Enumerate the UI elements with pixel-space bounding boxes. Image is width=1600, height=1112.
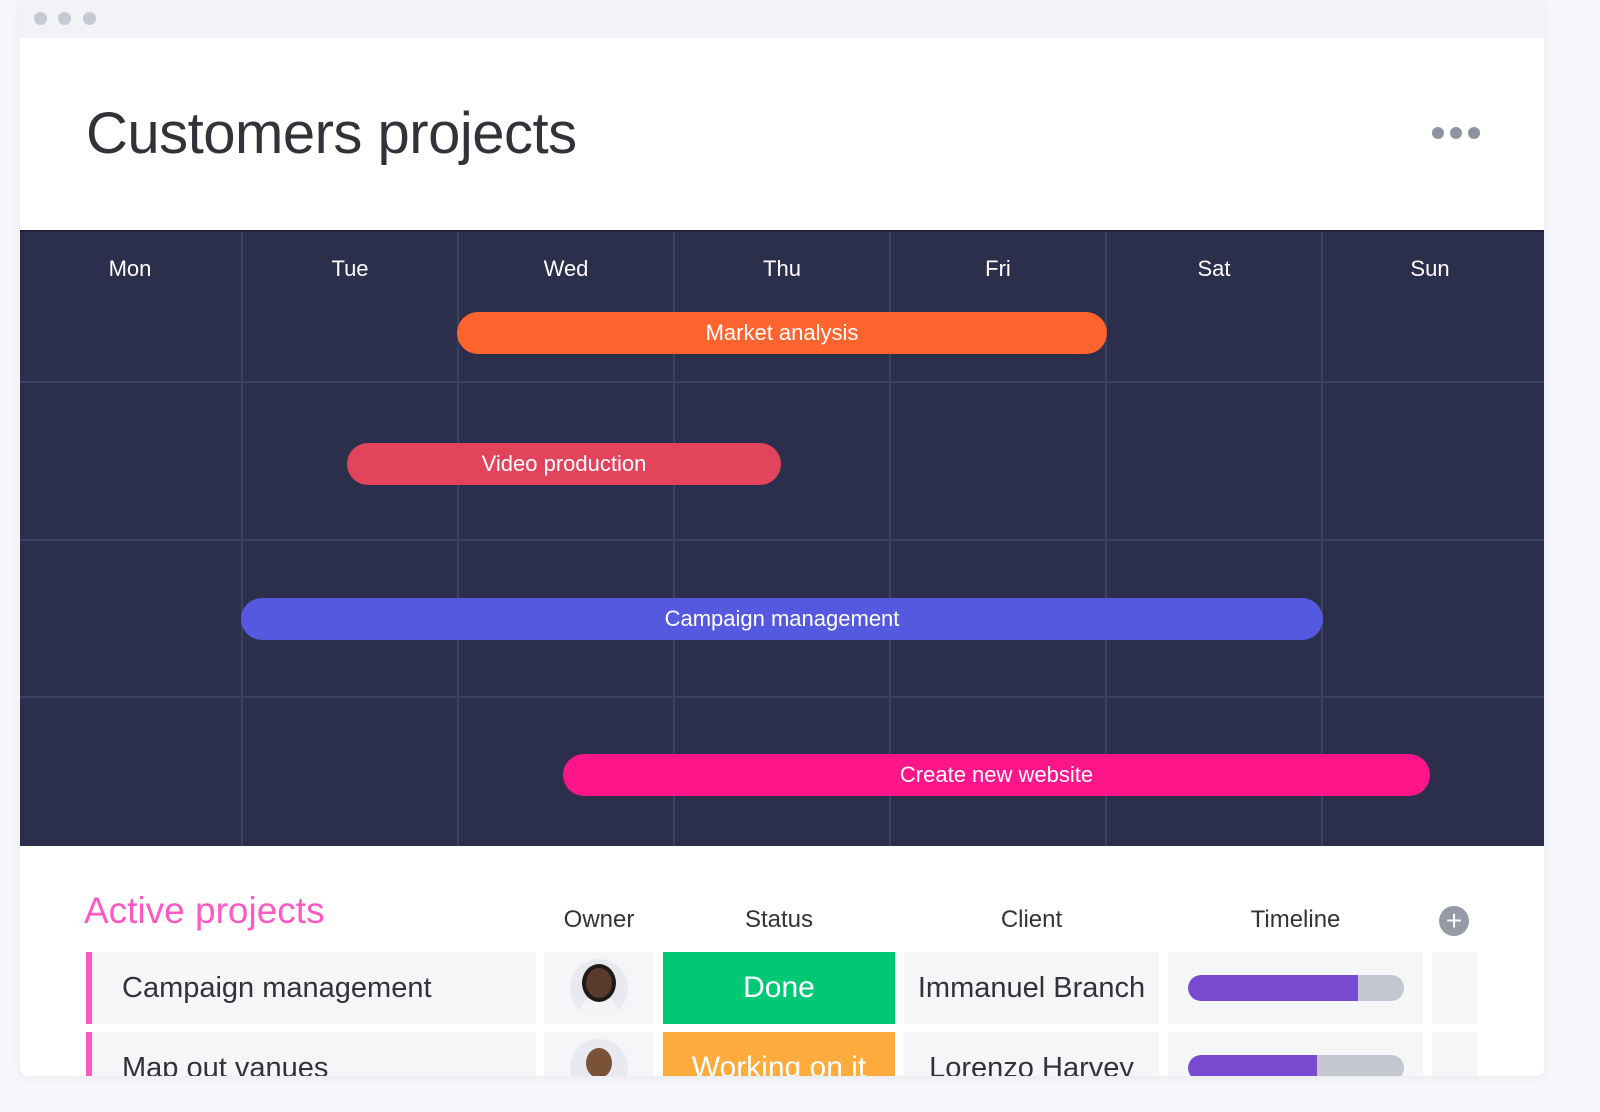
owner-cell[interactable] xyxy=(544,1032,654,1076)
add-column-icon[interactable]: + xyxy=(1439,906,1469,936)
grid-line xyxy=(20,696,1544,698)
column-header-status[interactable]: Status xyxy=(663,906,895,934)
grid-line xyxy=(20,539,1544,541)
avatar xyxy=(570,1039,628,1076)
gantt-bar-campaign-management[interactable]: Campaign management xyxy=(241,598,1323,640)
day-label-wed: Wed xyxy=(543,256,589,281)
gantt-bar-market-analysis[interactable]: Market analysis xyxy=(457,312,1107,354)
day-label-mon: Mon xyxy=(108,256,152,281)
column-header-timeline[interactable]: Timeline xyxy=(1168,906,1423,934)
day-label-sun: Sun xyxy=(1410,256,1450,281)
weekly-calendar: Mon Tue Wed Thu Fri Sat Sun Market analy… xyxy=(20,230,1544,846)
timeline-progress-bar xyxy=(1187,975,1404,1001)
group-title[interactable]: Active projects xyxy=(84,888,325,934)
status-badge[interactable]: Working on it xyxy=(663,1032,895,1076)
item-name[interactable]: Campaign management xyxy=(86,952,536,1024)
client-cell[interactable]: Lorenzo Harvey xyxy=(904,1032,1159,1076)
day-label-sat: Sat xyxy=(1197,256,1231,281)
window-dot-icon xyxy=(34,12,47,25)
window-dot-icon xyxy=(83,12,96,25)
day-label-fri: Fri xyxy=(985,256,1011,281)
timeline-progress-bar xyxy=(1187,1055,1404,1076)
day-label-thu: Thu xyxy=(763,256,801,281)
client-cell[interactable]: Immanuel Branch xyxy=(904,952,1159,1024)
timeline-cell[interactable] xyxy=(1168,1032,1423,1076)
status-badge[interactable]: Done xyxy=(663,952,895,1024)
avatar xyxy=(570,959,628,1017)
gantt-bar-video-production[interactable]: Video production xyxy=(347,443,781,485)
table-row[interactable]: Campaign management Done Immanuel Branch xyxy=(86,952,1478,1024)
item-name[interactable]: Map out vanues xyxy=(86,1032,536,1076)
timeline-cell[interactable] xyxy=(1168,952,1423,1024)
app-window: Customers projects Mon Tue Wed Thu Fri S… xyxy=(20,0,1544,1076)
window-dot-icon xyxy=(58,12,71,25)
empty-cell[interactable] xyxy=(1432,1032,1478,1076)
grid-line xyxy=(20,381,1544,383)
page-title: Customers projects xyxy=(86,101,577,166)
empty-cell[interactable] xyxy=(1432,952,1478,1024)
more-options-icon[interactable] xyxy=(1432,124,1480,142)
day-label-tue: Tue xyxy=(331,256,369,281)
table-row[interactable]: Map out vanues Working on it Lorenzo Har… xyxy=(86,1032,1478,1076)
window-titlebar xyxy=(20,0,1544,38)
column-header-owner[interactable]: Owner xyxy=(544,906,654,934)
column-header-client[interactable]: Client xyxy=(904,906,1159,934)
gantt-bar-create-new-website[interactable]: Create new website xyxy=(563,754,1430,796)
owner-cell[interactable] xyxy=(544,952,654,1024)
